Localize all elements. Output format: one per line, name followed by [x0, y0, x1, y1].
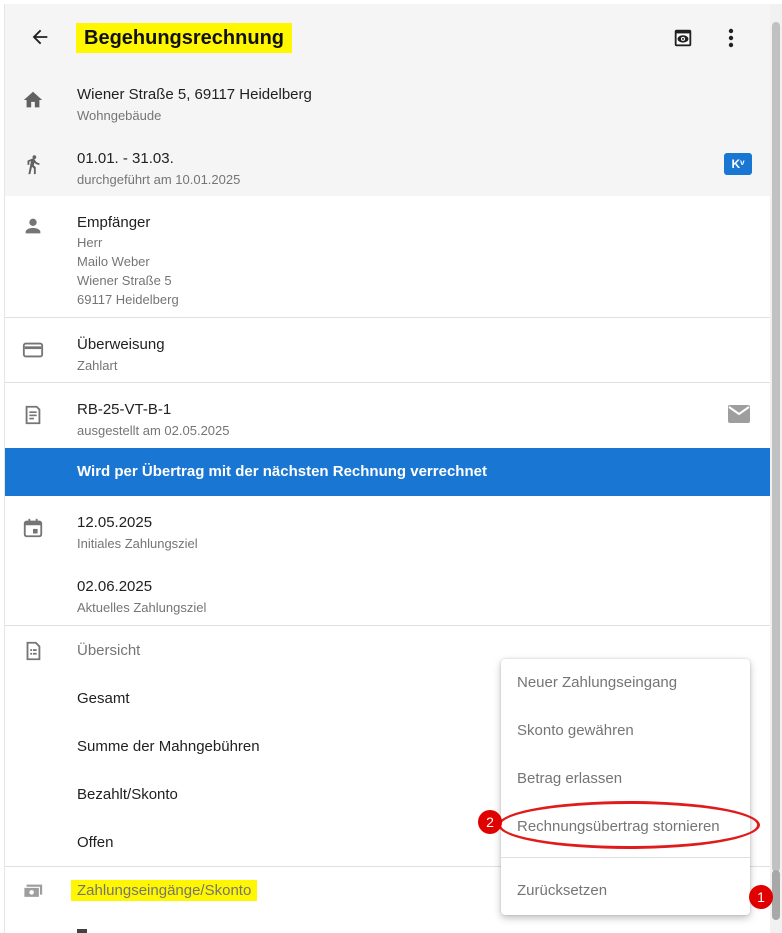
credit-card-icon — [21, 338, 45, 362]
payment-method: Überweisung — [77, 336, 165, 353]
menu-item-label: Zurücksetzen — [517, 882, 608, 899]
annotation-ellipse — [498, 801, 760, 849]
menu-item-label: Skonto gewähren — [517, 722, 634, 739]
property-address: Wiener Straße 5, 69117 Heidelberg — [77, 86, 312, 103]
invoice-issued-date: ausgestellt am 02.05.2025 — [77, 423, 230, 438]
initial-due-row[interactable]: 12.05.2025 Initiales Zahlungsziel — [5, 496, 770, 560]
menu-item-label: Neuer Zahlungseingang — [517, 674, 678, 691]
current-due-row[interactable]: 02.06.2025 Aktuelles Zahlungsziel — [5, 560, 770, 625]
recipient-label: Empfänger — [77, 214, 151, 231]
overview-heading: Übersicht — [77, 642, 141, 659]
overview-open-label: Offen — [77, 834, 114, 851]
calendar-icon — [21, 516, 45, 540]
eye-preview-icon[interactable] — [669, 24, 697, 52]
scrollbar[interactable] — [770, 4, 782, 933]
home-icon — [21, 88, 45, 112]
menu-item-label: Betrag erlassen — [517, 770, 623, 787]
recipient-row[interactable]: Empfänger Herr Mailo Weber Wiener Straße… — [5, 196, 770, 317]
recipient-salutation: Herr — [77, 235, 103, 250]
menu-item-waive-amount[interactable]: Betrag erlassen — [501, 755, 750, 803]
recipient-name: Mailo Weber — [77, 254, 150, 269]
overview-dunning-fees-label: Summe der Mahngebühren — [77, 738, 260, 755]
payments-heading: Zahlungseingänge/Skonto — [71, 880, 258, 901]
cut-off-text — [77, 929, 87, 933]
annotation-marker-2: 2 — [478, 810, 502, 834]
more-vertical-icon[interactable] — [719, 24, 743, 52]
property-type: Wohngebäude — [77, 108, 162, 123]
overview-paid-label: Bezahlt/Skonto — [77, 786, 178, 803]
page-title: Begehungsrechnung — [76, 23, 293, 53]
transfer-banner-text: Wird per Übertrag mit der nächsten Rechn… — [77, 463, 487, 480]
recipient-city: 69117 Heidelberg — [77, 292, 179, 307]
menu-item-grant-discount[interactable]: Skonto gewähren — [501, 707, 750, 755]
scroll-thumb-active[interactable] — [772, 870, 780, 920]
toolbar: Begehungsrechnung — [5, 4, 770, 68]
payment-method-label: Zahlart — [77, 358, 118, 373]
walking-person-icon — [21, 152, 45, 176]
menu-item-reset[interactable]: Zurücksetzen — [501, 867, 750, 915]
scroll-thumb[interactable] — [772, 22, 780, 872]
inspection-date: durchgeführt am 10.01.2025 — [77, 172, 241, 187]
current-due-label: Aktuelles Zahlungsziel — [77, 600, 207, 615]
overview-total-label: Gesamt — [77, 690, 130, 707]
payments-heading-text: Zahlungseingänge/Skonto — [71, 880, 258, 901]
annotation-marker-1: 1 — [749, 885, 773, 909]
recipient-street: Wiener Straße 5 — [77, 273, 172, 288]
current-due-date: 02.06.2025 — [77, 578, 153, 595]
transfer-banner: Wird per Übertrag mit der nächsten Rechn… — [5, 448, 770, 496]
menu-divider — [501, 857, 750, 858]
kv-badge[interactable]: Kᵛ — [724, 153, 752, 175]
payment-method-row[interactable]: Überweisung Zahlart — [5, 318, 770, 382]
menu-item-new-payment[interactable]: Neuer Zahlungseingang — [501, 659, 750, 707]
inspection-period: 01.01. - 31.03. — [77, 150, 174, 167]
arrow-left-icon[interactable] — [25, 22, 55, 52]
receipt-icon — [21, 403, 45, 427]
property-row[interactable]: Wiener Straße 5, 69117 Heidelberg Wohnge… — [5, 68, 770, 132]
inspection-row[interactable]: 01.01. - 31.03. durchgeführt am 10.01.20… — [5, 132, 770, 196]
payments-item-partial — [5, 915, 770, 933]
initial-due-label: Initiales Zahlungsziel — [77, 536, 198, 551]
initial-due-date: 12.05.2025 — [77, 514, 153, 531]
summary-document-icon — [21, 639, 45, 663]
invoice-number-row[interactable]: RB-25-VT-B-1 ausgestellt am 02.05.2025 — [5, 383, 770, 448]
money-icon — [21, 879, 45, 903]
invoice-number: RB-25-VT-B-1 — [77, 401, 172, 418]
person-icon — [21, 214, 45, 238]
actions-menu: Neuer Zahlungseingang Skonto gewähren Be… — [501, 659, 750, 915]
mail-icon[interactable] — [728, 405, 752, 425]
